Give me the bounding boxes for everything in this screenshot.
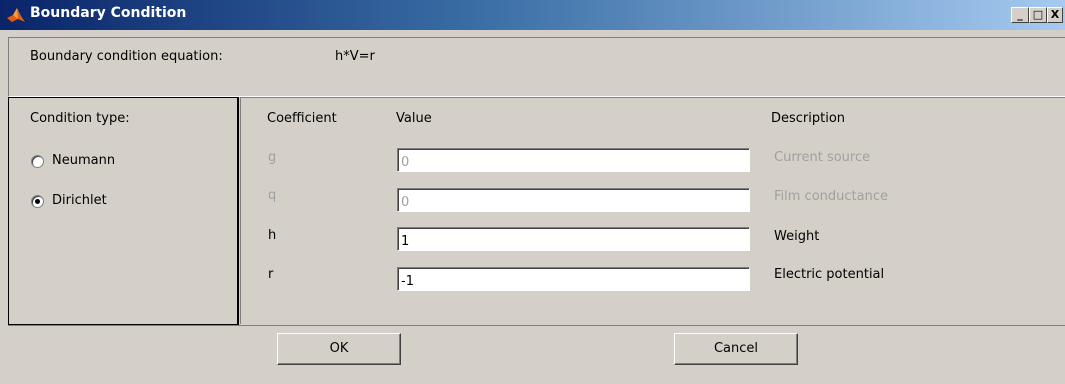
cancel-button[interactable]: Cancel xyxy=(674,333,798,365)
h-description: Weight xyxy=(774,229,820,244)
coef-r-label: r xyxy=(268,267,274,282)
r-value-field[interactable]: -1 xyxy=(397,267,750,291)
value-header: Value xyxy=(396,111,432,126)
neumann-label[interactable]: Neumann xyxy=(52,153,115,168)
close-button[interactable]: X xyxy=(1047,7,1063,23)
equation-panel xyxy=(8,37,1065,97)
g-description: Current source xyxy=(774,150,871,165)
coef-q-label: q xyxy=(268,188,277,203)
window-title: Boundary Condition xyxy=(30,5,187,21)
dirichlet-radio[interactable] xyxy=(31,195,44,208)
maximize-button[interactable]: □ xyxy=(1029,7,1047,23)
h-value-field[interactable]: 1 xyxy=(397,227,750,251)
dirichlet-label[interactable]: Dirichlet xyxy=(52,193,107,208)
matlab-logo-icon xyxy=(7,8,25,22)
q-value-field[interactable]: 0 xyxy=(397,188,750,212)
neumann-radio[interactable] xyxy=(31,155,44,168)
coefficient-header: Coefficient xyxy=(267,111,337,126)
equation-value: h*V=r xyxy=(335,49,375,64)
coef-g-label: g xyxy=(268,150,277,165)
q-description: Film conductance xyxy=(774,189,888,204)
ok-button[interactable]: OK xyxy=(277,333,401,365)
r-description: Electric potential xyxy=(774,267,885,282)
radio-selected-dot xyxy=(35,199,40,204)
condition-type-label: Condition type: xyxy=(30,111,130,126)
minimize-button[interactable]: _ xyxy=(1011,7,1029,23)
g-value-field[interactable]: 0 xyxy=(397,148,750,172)
condition-type-panel xyxy=(8,97,239,325)
description-header: Description xyxy=(771,111,846,126)
button-area xyxy=(8,325,1065,381)
title-bar: Boundary Condition _ □ X xyxy=(0,0,1065,30)
coef-h-label: h xyxy=(268,228,277,243)
boundary-condition-dialog: Boundary Condition _ □ X Boundary condit… xyxy=(0,0,1065,384)
equation-label: Boundary condition equation: xyxy=(30,49,223,64)
